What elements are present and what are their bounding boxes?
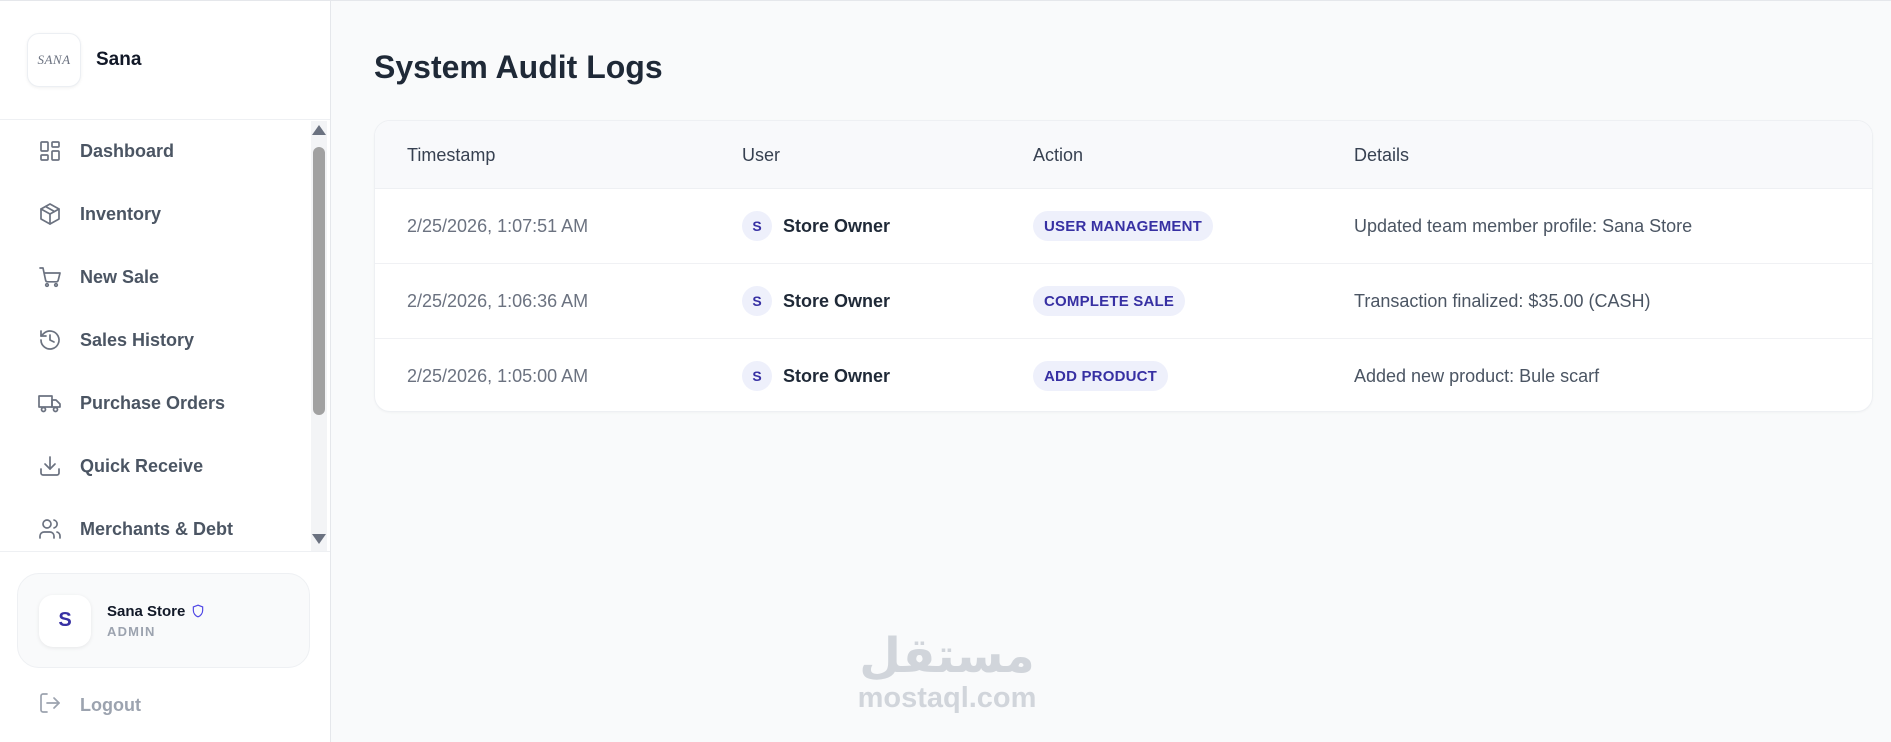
sidebar-item-label: Inventory [80, 203, 162, 224]
user-info: Sana Store ADMIN [107, 603, 205, 639]
logout-button[interactable]: Logout [38, 687, 141, 723]
audit-log-table: Timestamp User Action Details 2/25/2026,… [374, 120, 1873, 412]
avatar: S [39, 594, 91, 647]
sidebar-item-label: Merchants & Debt [80, 518, 234, 539]
column-header-timestamp[interactable]: Timestamp [407, 145, 495, 166]
user-cell: S Store Owner [742, 264, 890, 338]
avatar: S [742, 361, 772, 391]
app-window: SANA Sana Dashboard Inventory New Sale S… [0, 0, 1891, 742]
truck-icon [38, 391, 62, 415]
box-icon [38, 202, 62, 226]
column-header-user[interactable]: User [742, 145, 780, 166]
user-cell: S Store Owner [742, 339, 891, 411]
action-badge: COMPLETE SALE [1033, 286, 1186, 316]
avatar: S [742, 286, 772, 316]
brand-name: Sana [96, 49, 142, 70]
main-content: System Audit Logs Timestamp User Action … [331, 1, 1891, 742]
table-header: Timestamp User Action Details [375, 121, 1872, 189]
user-name: Store Owner [783, 290, 891, 311]
grid-icon [38, 139, 62, 163]
user-profile-card[interactable]: S Sana Store ADMIN [17, 573, 310, 668]
scrollbar-thumb[interactable] [313, 147, 325, 415]
details-cell: Transaction finalized: $35.00 (CASH) [1354, 290, 1651, 311]
sidebar-item-label: Dashboard [80, 140, 175, 161]
watermark-latin: mostaql.com [857, 682, 1037, 714]
shield-icon [191, 604, 205, 618]
column-header-action[interactable]: Action [1033, 145, 1083, 166]
action-cell: USER MANAGEMENT [1033, 189, 1214, 263]
sidebar-nav: Dashboard Inventory New Sale Sales Histo… [0, 121, 330, 551]
details-cell: Added new product: Bule scarf [1354, 365, 1600, 386]
watermark-arabic: مستقل [859, 628, 1035, 684]
scroll-up-arrow-icon[interactable] [312, 125, 326, 135]
user-name: Store Owner [783, 365, 891, 386]
table-row[interactable]: 2/25/2026, 1:06:36 AM S Store Owner COMP… [375, 264, 1872, 339]
sidebar: SANA Sana Dashboard Inventory New Sale S… [0, 1, 331, 742]
timestamp-cell: 2/25/2026, 1:05:00 AM [407, 365, 589, 386]
page-title: System Audit Logs [374, 49, 663, 85]
sidebar-item-quick-receive[interactable]: Quick Receive [38, 446, 298, 486]
table-row[interactable]: 2/25/2026, 1:07:51 AM S Store Owner USER… [375, 189, 1872, 264]
sidebar-item-purchase-orders[interactable]: Purchase Orders [38, 383, 298, 423]
brand-header: SANA Sana [0, 1, 330, 120]
user-name: Store Owner [783, 215, 891, 236]
sidebar-item-new-sale[interactable]: New Sale [38, 257, 298, 297]
user-name-row: Sana Store [107, 603, 205, 620]
users-icon [38, 517, 62, 541]
logout-icon [38, 691, 62, 720]
sidebar-item-label: Sales History [80, 329, 195, 350]
watermark: مستقل mostaql.com [849, 629, 1045, 713]
timestamp-cell: 2/25/2026, 1:06:36 AM [407, 290, 589, 311]
action-cell: ADD PRODUCT [1033, 339, 1169, 411]
user-role: ADMIN [107, 623, 156, 639]
action-badge: ADD PRODUCT [1033, 361, 1169, 391]
user-name: Sana Store [107, 602, 186, 620]
avatar: S [742, 211, 772, 241]
sidebar-item-sales-history[interactable]: Sales History [38, 320, 298, 360]
sidebar-item-label: New Sale [80, 266, 160, 287]
sidebar-footer: S Sana Store ADMIN Logout [0, 551, 330, 742]
action-badge: USER MANAGEMENT [1033, 211, 1214, 241]
column-header-details[interactable]: Details [1354, 145, 1409, 166]
user-cell: S Store Owner [742, 189, 890, 263]
logout-label: Logout [80, 694, 141, 715]
history-icon [38, 328, 62, 352]
details-cell: Updated team member profile: Sana Store [1354, 215, 1693, 236]
sidebar-item-label: Quick Receive [80, 455, 204, 476]
cart-icon [38, 265, 62, 289]
brand-logo[interactable]: SANA [27, 33, 81, 87]
sidebar-item-dashboard[interactable]: Dashboard [38, 131, 298, 171]
action-cell: COMPLETE SALE [1033, 264, 1186, 338]
sidebar-item-label: Purchase Orders [80, 392, 226, 413]
timestamp-cell: 2/25/2026, 1:07:51 AM [407, 215, 589, 236]
download-icon [38, 454, 62, 478]
sidebar-item-merchants-debt[interactable]: Merchants & Debt [38, 509, 298, 549]
table-row[interactable]: 2/25/2026, 1:05:00 AM S Store Owner ADD … [375, 339, 1872, 411]
scroll-down-arrow-icon[interactable] [312, 534, 326, 544]
sidebar-item-inventory[interactable]: Inventory [38, 194, 298, 234]
